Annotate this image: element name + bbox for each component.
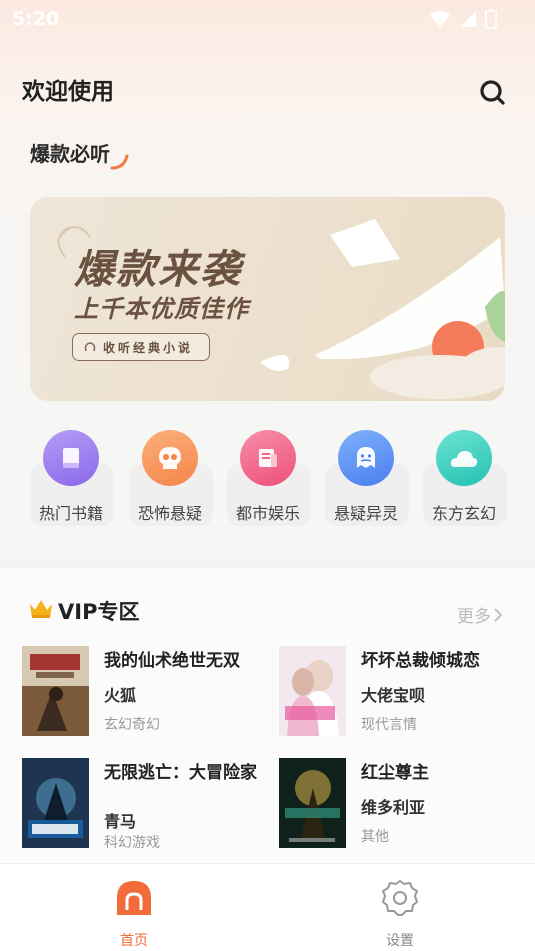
promo-banner[interactable]: 爆款来袭 上千本优质佳作 收听经典小说	[30, 197, 505, 401]
category-label: 东方玄幻	[431, 504, 496, 523]
nav-label-settings: 设置	[386, 933, 414, 949]
search-button[interactable]	[478, 78, 508, 108]
signal-icon	[460, 11, 476, 27]
wifi-icon	[430, 11, 450, 27]
book-title: 红尘尊主	[361, 763, 429, 783]
gear-icon	[382, 880, 418, 916]
ghost-icon	[338, 430, 394, 486]
book-genre: 科幻游戏	[104, 835, 160, 851]
nav-item-home[interactable]: 首页	[94, 876, 174, 949]
book-cover	[22, 646, 89, 736]
book-genre: 玄幻奇幻	[104, 717, 160, 733]
book-item[interactable]: 坏坏总裁倾城恋 大佬宝呗 现代言情	[279, 646, 519, 738]
nav-item-settings[interactable]: 设置	[360, 876, 440, 949]
vip-section: VIP专区 更多 我的仙术绝世无双 火狐 玄幻奇幻 坏坏总裁倾城恋 大佬宝呗 现…	[0, 568, 535, 863]
headphone-icon	[84, 342, 96, 352]
book-title: 坏坏总裁倾城恋	[361, 651, 480, 671]
book-item[interactable]: 无限逃亡：大冒险家 青马 科幻游戏	[22, 758, 262, 851]
status-icons	[429, 9, 497, 29]
book-author: 火狐	[104, 686, 137, 705]
vip-section-title: VIP专区	[58, 600, 140, 624]
book-icon	[43, 430, 99, 486]
hot-section-title: 爆款必听	[30, 142, 110, 166]
title-underline-swoosh	[110, 154, 129, 170]
category-row: 热门书籍 恐怖悬疑 都市娱乐 悬疑异灵 东方玄幻	[28, 430, 510, 530]
category-label: 悬疑异灵	[333, 504, 398, 523]
book-cover	[279, 646, 346, 736]
category-item-horror[interactable]: 恐怖悬疑	[127, 430, 213, 530]
home-icon	[117, 881, 151, 915]
category-item-hot-books[interactable]: 热门书籍	[28, 430, 114, 530]
battery-icon	[485, 9, 497, 29]
page-title: 欢迎使用	[22, 79, 114, 105]
category-label: 都市娱乐	[235, 504, 300, 523]
section-divider	[0, 556, 535, 568]
nav-label-home: 首页	[120, 933, 148, 949]
cloud-icon	[436, 430, 492, 486]
book-item[interactable]: 我的仙术绝世无双 火狐 玄幻奇幻	[22, 646, 262, 738]
document-icon	[240, 430, 296, 486]
skull-icon	[142, 430, 198, 486]
status-bar: 5:20	[0, 0, 535, 38]
book-author: 维多利亚	[361, 798, 426, 817]
banner-button-label: 收听经典小说	[103, 340, 194, 355]
book-cover	[22, 758, 89, 848]
book-genre: 其他	[361, 829, 389, 845]
category-item-fantasy[interactable]: 东方玄幻	[421, 430, 507, 530]
category-label: 热门书籍	[38, 504, 103, 523]
status-time: 5:20	[12, 8, 60, 30]
category-item-supernatural[interactable]: 悬疑异灵	[323, 430, 409, 530]
category-label: 恐怖悬疑	[137, 504, 202, 523]
category-item-urban[interactable]: 都市娱乐	[225, 430, 311, 530]
banner-title: 爆款来袭	[74, 247, 242, 293]
bottom-nav: 首页 设置	[0, 863, 535, 951]
crown-icon	[30, 600, 52, 618]
header: 欢迎使用	[22, 74, 512, 110]
banner-listen-button[interactable]: 收听经典小说	[72, 333, 210, 361]
book-author: 大佬宝呗	[361, 686, 426, 705]
banner-subtitle: 上千本优质佳作	[74, 295, 249, 323]
book-author: 青马	[104, 812, 137, 831]
book-cover	[279, 758, 346, 848]
book-item[interactable]: 红尘尊主 维多利亚 其他	[279, 758, 519, 850]
book-title: 无限逃亡：大冒险家	[104, 763, 257, 783]
more-label: 更多	[457, 607, 491, 627]
book-genre: 现代言情	[361, 717, 417, 733]
chevron-right-icon	[494, 607, 503, 622]
book-title: 我的仙术绝世无双	[104, 651, 240, 671]
search-icon	[480, 80, 505, 105]
more-link[interactable]: 更多	[457, 602, 503, 627]
